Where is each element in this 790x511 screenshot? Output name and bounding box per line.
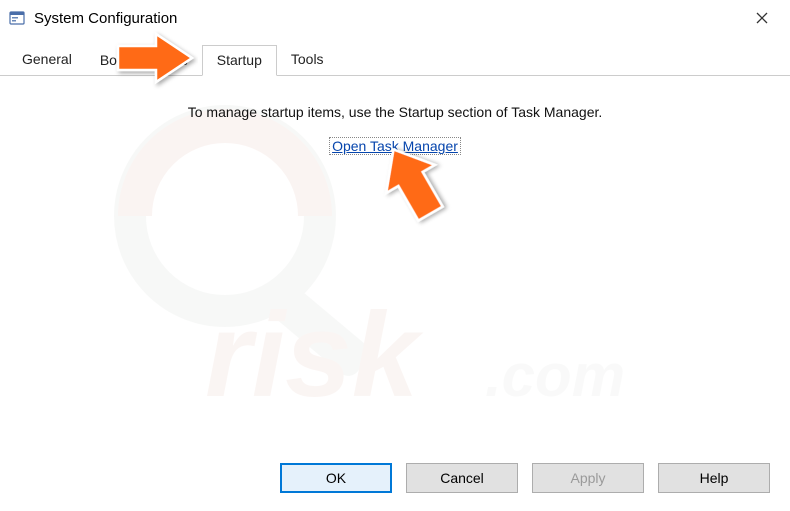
startup-message: To manage startup items, use the Startup…: [20, 104, 770, 120]
dialog-buttons: OK Cancel Apply Help: [280, 463, 770, 493]
app-icon: [8, 9, 26, 27]
close-icon: [756, 12, 768, 24]
tab-content: To manage startup items, use the Startup…: [0, 76, 790, 182]
open-task-manager-link[interactable]: Open Task Manager: [330, 138, 460, 154]
tab-startup[interactable]: Startup: [202, 45, 277, 76]
tab-boot-label-partial: Bo: [100, 52, 117, 68]
tab-boot[interactable]: Bo es: [86, 45, 202, 76]
apply-button: Apply: [532, 463, 644, 493]
titlebar: System Configuration: [0, 0, 790, 36]
tab-services-label-partial: es: [173, 52, 188, 68]
close-button[interactable]: [742, 4, 782, 32]
window-title: System Configuration: [34, 10, 742, 27]
svg-text:risk: risk: [205, 288, 424, 422]
tab-general[interactable]: General: [8, 45, 86, 76]
svg-text:.com: .com: [485, 342, 625, 409]
tab-strip: General Bo es Startup Tools: [0, 36, 790, 76]
ok-button[interactable]: OK: [280, 463, 392, 493]
cancel-button[interactable]: Cancel: [406, 463, 518, 493]
tab-tools[interactable]: Tools: [277, 45, 338, 76]
help-button[interactable]: Help: [658, 463, 770, 493]
